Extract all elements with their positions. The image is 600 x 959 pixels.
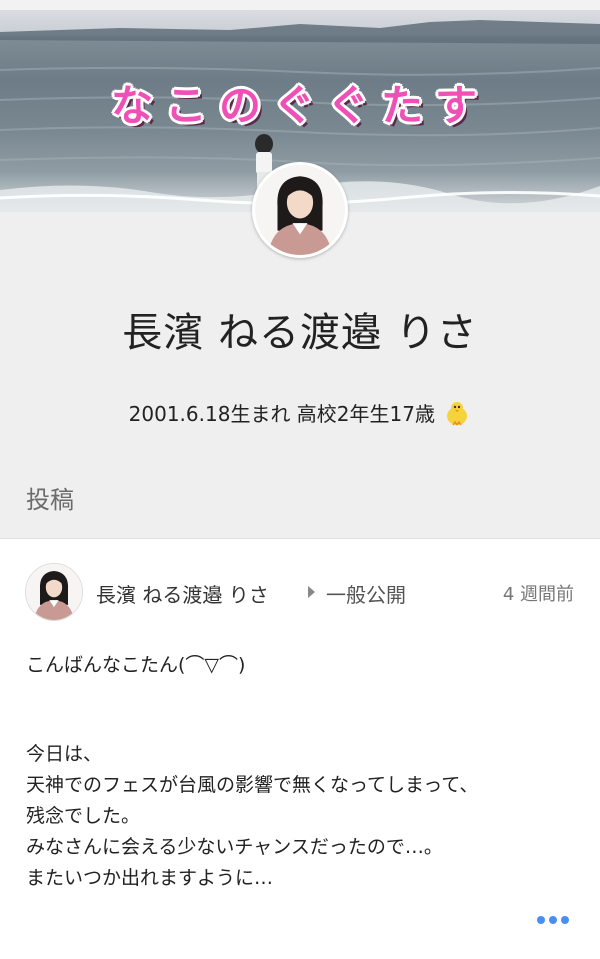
post-line: 今日は、 bbox=[26, 743, 103, 765]
chick-icon bbox=[443, 399, 471, 427]
post-visibility: 一般公開 bbox=[326, 583, 406, 607]
posts-section-label: 投稿 bbox=[26, 486, 74, 514]
post-timestamp: 4 週間前 bbox=[502, 584, 574, 605]
profile-avatar[interactable] bbox=[252, 162, 348, 258]
post-line: 天神でのフェスが台風の影響で無くなってしまって、 bbox=[26, 774, 479, 796]
profile-bio: 2001.6.18生まれ 高校2年生17歳 bbox=[0, 398, 600, 427]
post-line: みなさんに会える少ないチャンスだったので…。 bbox=[26, 836, 443, 858]
profile-name: 長濱 ねる渡邉 りさ bbox=[122, 310, 478, 356]
profile-header bbox=[0, 212, 600, 538]
post-line: 残念でした。 bbox=[26, 805, 141, 827]
status-strip bbox=[0, 0, 600, 10]
caret-right-icon bbox=[308, 586, 315, 598]
cover-title: なこのぐぐたす bbox=[110, 81, 489, 130]
post-line: こんばんなこたん(⌒▽⌒) bbox=[26, 654, 246, 676]
post-line: またいつか出れますように… bbox=[26, 867, 274, 889]
more-dots-icon[interactable] bbox=[537, 913, 573, 927]
profile-bio-text: 2001.6.18生まれ 高校2年生17歳 bbox=[128, 402, 435, 426]
avatar-photo bbox=[255, 165, 345, 255]
post-author-name[interactable]: 長濱 ねる渡邉 りさ bbox=[96, 579, 269, 608]
post-body: こんばんなこたん(⌒▽⌒) 今日は、 天神でのフェスが台風の影響で無くなってしま… bbox=[26, 650, 586, 894]
post-author-avatar[interactable] bbox=[25, 563, 83, 621]
avatar-photo bbox=[26, 564, 82, 620]
